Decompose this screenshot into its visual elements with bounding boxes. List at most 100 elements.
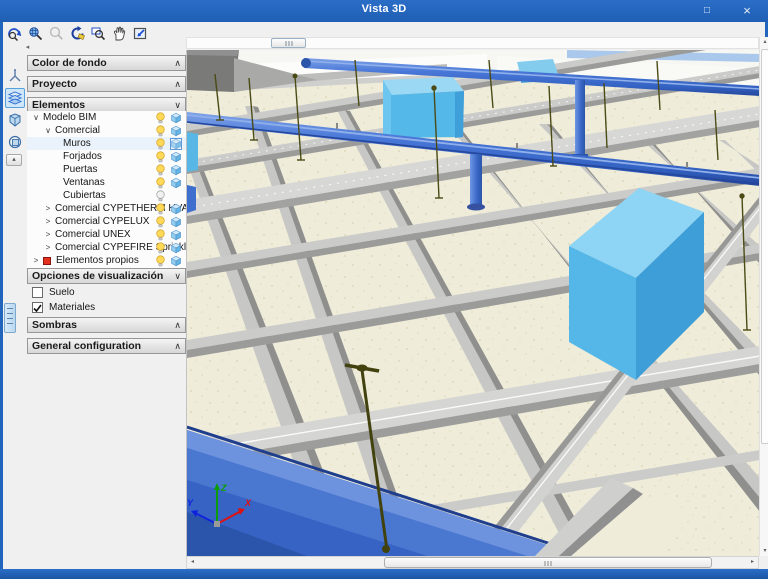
more-tools-button[interactable]: ▴ bbox=[6, 154, 22, 166]
section-view-icon bbox=[8, 135, 22, 149]
viewport-horizontal-scrollbar[interactable]: ◂ ▸ bbox=[186, 556, 759, 569]
axis-x-label: X bbox=[244, 498, 252, 508]
sidebar-splitter-handle[interactable] bbox=[4, 303, 16, 333]
viewport-top-scrollbar[interactable] bbox=[186, 37, 759, 49]
axis-y-label: Y bbox=[187, 498, 194, 508]
tree-item-label: Ventanas bbox=[63, 177, 105, 188]
tree-item-comercial-cypefire-sprinklers[interactable]: > Comercial CYPEFIRE Sprinklers bbox=[27, 241, 200, 254]
checkbox-checked-icon[interactable] bbox=[32, 302, 43, 313]
vista-3d-window: Vista 3D □ × ▴ ◂ Color de fondo ∧ Proyect… bbox=[0, 0, 768, 579]
tree-item-forjados[interactable]: Forjados bbox=[27, 150, 186, 163]
bulb-icon bbox=[156, 254, 165, 266]
section-view-button[interactable] bbox=[5, 132, 25, 152]
horizontal-scrollbar-thumb[interactable] bbox=[384, 557, 712, 568]
cube-icon[interactable] bbox=[170, 203, 182, 215]
expand-arrow-icon[interactable]: > bbox=[43, 241, 53, 254]
solid-view-button[interactable] bbox=[5, 110, 25, 130]
scroll-down-button[interactable]: ▾ bbox=[760, 546, 768, 556]
scroll-left-button[interactable]: ◂ bbox=[187, 557, 198, 568]
zoom-previous-button[interactable] bbox=[5, 24, 24, 43]
elements-tree: ∨ Modelo BIM ∨ Comercial Muros Forjados Puerta… bbox=[27, 111, 200, 268]
title-bar[interactable]: Vista 3D □ × bbox=[0, 0, 768, 22]
panel-header-opciones-de-visualizacion[interactable]: Opciones de visualización ∨ bbox=[27, 268, 186, 284]
window-title: Vista 3D bbox=[361, 3, 407, 15]
bulb-icon bbox=[156, 124, 165, 136]
collapse-arrow-icon[interactable]: ∨ bbox=[31, 111, 41, 124]
vertical-scrollbar-thumb[interactable] bbox=[761, 49, 768, 444]
solid-view-icon bbox=[9, 113, 21, 127]
panel-header-sombras[interactable]: Sombras ∧ bbox=[27, 317, 186, 333]
expand-arrow-icon[interactable]: > bbox=[43, 228, 53, 241]
hvac-box-top-center bbox=[383, 77, 464, 138]
red-square-icon bbox=[43, 256, 51, 265]
tree-item-ventanas[interactable]: Ventanas bbox=[27, 176, 186, 189]
tree-item-comercial-cypelux[interactable]: > Comercial CYPELUX bbox=[27, 215, 186, 228]
option-suelo[interactable]: Suelo bbox=[27, 285, 186, 300]
tree-item-label: Modelo BIM bbox=[43, 112, 97, 123]
viewport-top-scrollbar-thumb[interactable] bbox=[271, 38, 306, 48]
viewport-vertical-scrollbar[interactable]: ▴ ▾ bbox=[759, 37, 768, 556]
tree-item-label: Comercial CYPELUX bbox=[55, 216, 150, 227]
bulb-icon bbox=[156, 189, 165, 201]
expand-arrow-icon[interactable]: > bbox=[43, 215, 53, 228]
panel-header-general-configuration[interactable]: General configuration ∧ bbox=[27, 338, 186, 354]
layer-visibility-icon bbox=[7, 91, 23, 105]
scroll-right-button[interactable]: ▸ bbox=[747, 557, 758, 568]
tree-item-cubiertas[interactable]: Cubiertas bbox=[27, 189, 186, 202]
tree-item-modelo-bim[interactable]: ∨ Modelo BIM bbox=[27, 111, 186, 124]
viewport-3d-canvas[interactable]: Z X Y bbox=[186, 30, 761, 557]
close-button[interactable]: × bbox=[734, 2, 760, 20]
cube-icon[interactable] bbox=[170, 112, 182, 124]
bulb-icon bbox=[156, 111, 165, 123]
checkbox-unchecked-icon[interactable] bbox=[32, 287, 43, 298]
bulb-icon bbox=[156, 150, 165, 162]
client-area: ▴ ◂ Color de fondo ∧ Proyecto ∧ Elementos ∨… bbox=[3, 22, 768, 569]
tree-item-label: Elementos propios bbox=[56, 255, 139, 266]
axes-3d-button[interactable] bbox=[5, 66, 25, 86]
layer-visibility-button[interactable] bbox=[5, 88, 25, 108]
tree-item-label: Comercial bbox=[55, 125, 101, 136]
visibility-options: Suelo Materiales bbox=[27, 285, 186, 315]
cube-icon[interactable] bbox=[170, 125, 182, 137]
tree-item-puertas[interactable]: Puertas bbox=[27, 163, 186, 176]
tree-item-comercial-unex[interactable]: > Comercial UNEX bbox=[27, 228, 186, 241]
cube-icon[interactable] bbox=[170, 229, 182, 241]
bulb-icon bbox=[156, 215, 165, 227]
cube-icon[interactable] bbox=[170, 151, 182, 163]
tree-item-muros[interactable]: Muros bbox=[27, 137, 186, 150]
panel-header-proyecto[interactable]: Proyecto ∧ bbox=[27, 76, 186, 92]
chevron-icon: ∧ bbox=[174, 320, 181, 330]
cube-icon[interactable] bbox=[170, 216, 182, 228]
cube-icon[interactable] bbox=[170, 177, 182, 189]
tree-item-label: Muros bbox=[63, 138, 91, 149]
panel-header-color-de-fondo[interactable]: Color de fondo ∧ bbox=[27, 55, 186, 71]
bulb-icon bbox=[156, 176, 165, 188]
chevron-icon: ∧ bbox=[174, 341, 181, 351]
cube-transparent-icon[interactable] bbox=[170, 137, 182, 150]
collapse-arrow-icon[interactable]: ∨ bbox=[43, 124, 53, 137]
axes-3d-icon bbox=[9, 69, 21, 82]
tree-item-elementos-propios[interactable]: > Elementos propios bbox=[27, 254, 186, 267]
axis-z-label: Z bbox=[220, 483, 227, 493]
cube-icon[interactable] bbox=[170, 242, 182, 254]
expand-arrow-icon[interactable]: > bbox=[31, 254, 41, 267]
option-materiales[interactable]: Materiales bbox=[27, 300, 186, 315]
bulb-icon bbox=[156, 228, 165, 240]
scroll-up-button[interactable]: ▴ bbox=[760, 37, 768, 47]
scrollbar-corner bbox=[759, 556, 768, 569]
sidebar: Color de fondo ∧ Proyecto ∧ Elementos ∨ ∨ Mo… bbox=[27, 22, 200, 569]
option-label: Materiales bbox=[49, 302, 96, 313]
scene-3d: Z X Y bbox=[186, 30, 761, 557]
tree-item-comercial-cypetherm-hvac[interactable]: > Comercial CYPETHERM HVAC bbox=[27, 202, 195, 215]
window-bottom-border bbox=[0, 569, 768, 579]
zoom-previous-icon bbox=[8, 28, 22, 42]
maximize-button[interactable]: □ bbox=[694, 2, 720, 20]
chevron-icon: ∨ bbox=[174, 271, 181, 281]
bulb-icon bbox=[156, 241, 165, 253]
tree-item-label: Comercial UNEX bbox=[55, 229, 131, 240]
tree-item-comercial[interactable]: ∨ Comercial bbox=[27, 124, 186, 137]
cube-icon[interactable] bbox=[170, 255, 182, 267]
expand-arrow-icon[interactable]: > bbox=[43, 202, 53, 215]
bulb-icon bbox=[156, 202, 165, 214]
cube-icon[interactable] bbox=[170, 164, 182, 176]
